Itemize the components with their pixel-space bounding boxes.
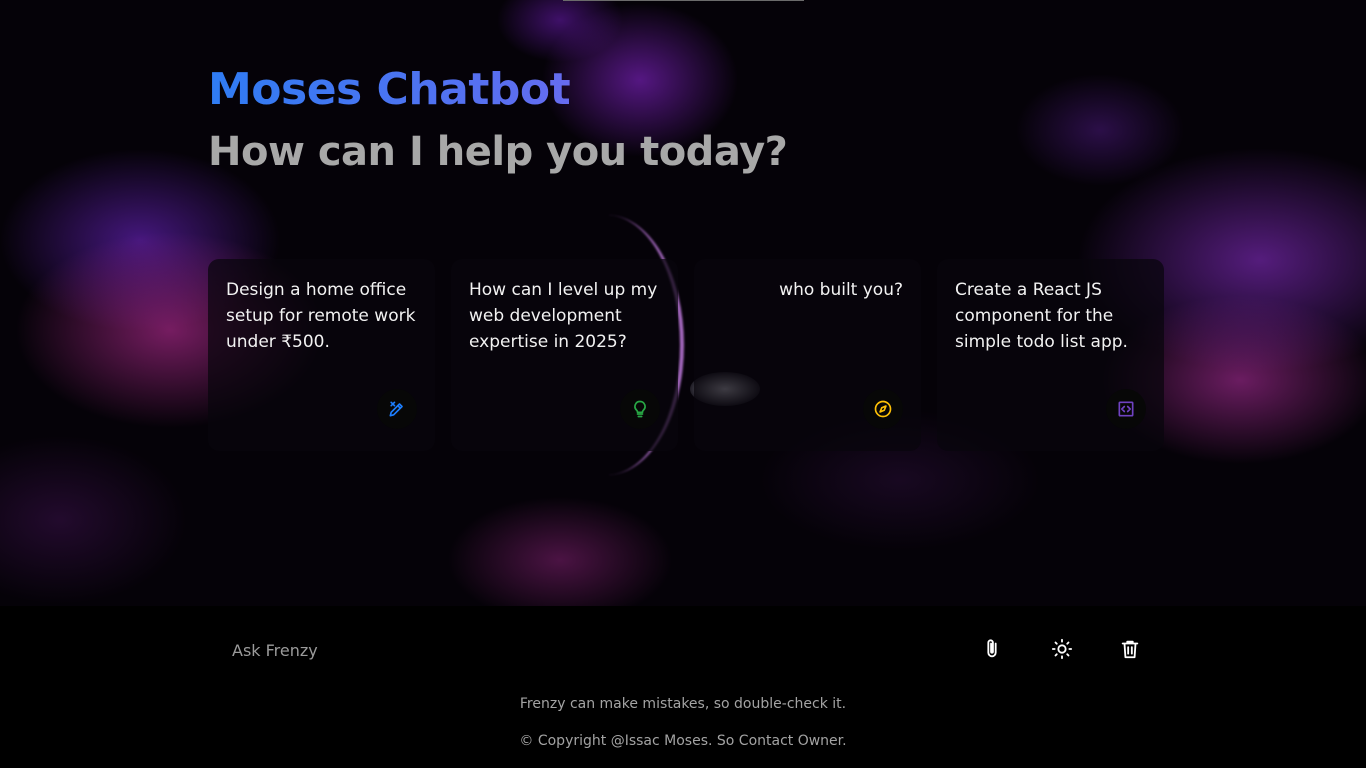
app-header: Moses Chatbot How can I help you today?: [208, 62, 788, 178]
disclaimer-text: Frenzy can make mistakes, so double-chec…: [519, 696, 847, 712]
theme-toggle-icon: [1051, 638, 1073, 663]
code-icon: [1106, 389, 1146, 429]
prompt-input[interactable]: [208, 620, 948, 680]
top-scroll-indicator: [563, 0, 804, 1]
attach-icon: [981, 638, 1003, 663]
suggestion-card[interactable]: How can I level up my web development ex…: [451, 259, 678, 451]
explore-icon: [863, 389, 903, 429]
draw-icon: [377, 389, 417, 429]
suggestion-card[interactable]: Create a React JS component for the simp…: [937, 259, 1164, 451]
app-title: Moses Chatbot: [208, 62, 787, 118]
copyright-text: © Copyright @Issac Moses. So Contact Own…: [519, 733, 847, 749]
suggestion-text: Design a home office setup for remote wo…: [226, 280, 416, 352]
delete-button[interactable]: [1110, 630, 1150, 670]
suggestions-list: Design a home office setup for remote wo…: [208, 259, 1165, 451]
suggestion-text: Create a React JS component for the simp…: [955, 280, 1128, 352]
suggestion-card[interactable]: Design a home office setup for remote wo…: [208, 259, 435, 451]
attach-button[interactable]: [972, 630, 1012, 670]
theme-toggle-button[interactable]: [1042, 630, 1082, 670]
suggestion-text: who built you?: [779, 280, 903, 300]
app-subtitle: How can I help you today?: [208, 129, 788, 175]
suggestion-card[interactable]: who built you?: [694, 259, 921, 451]
delete-icon: [1119, 638, 1141, 663]
prompt-bar: [208, 620, 1158, 680]
lightbulb-icon: [620, 389, 660, 429]
suggestion-text: How can I level up my web development ex…: [469, 280, 658, 352]
